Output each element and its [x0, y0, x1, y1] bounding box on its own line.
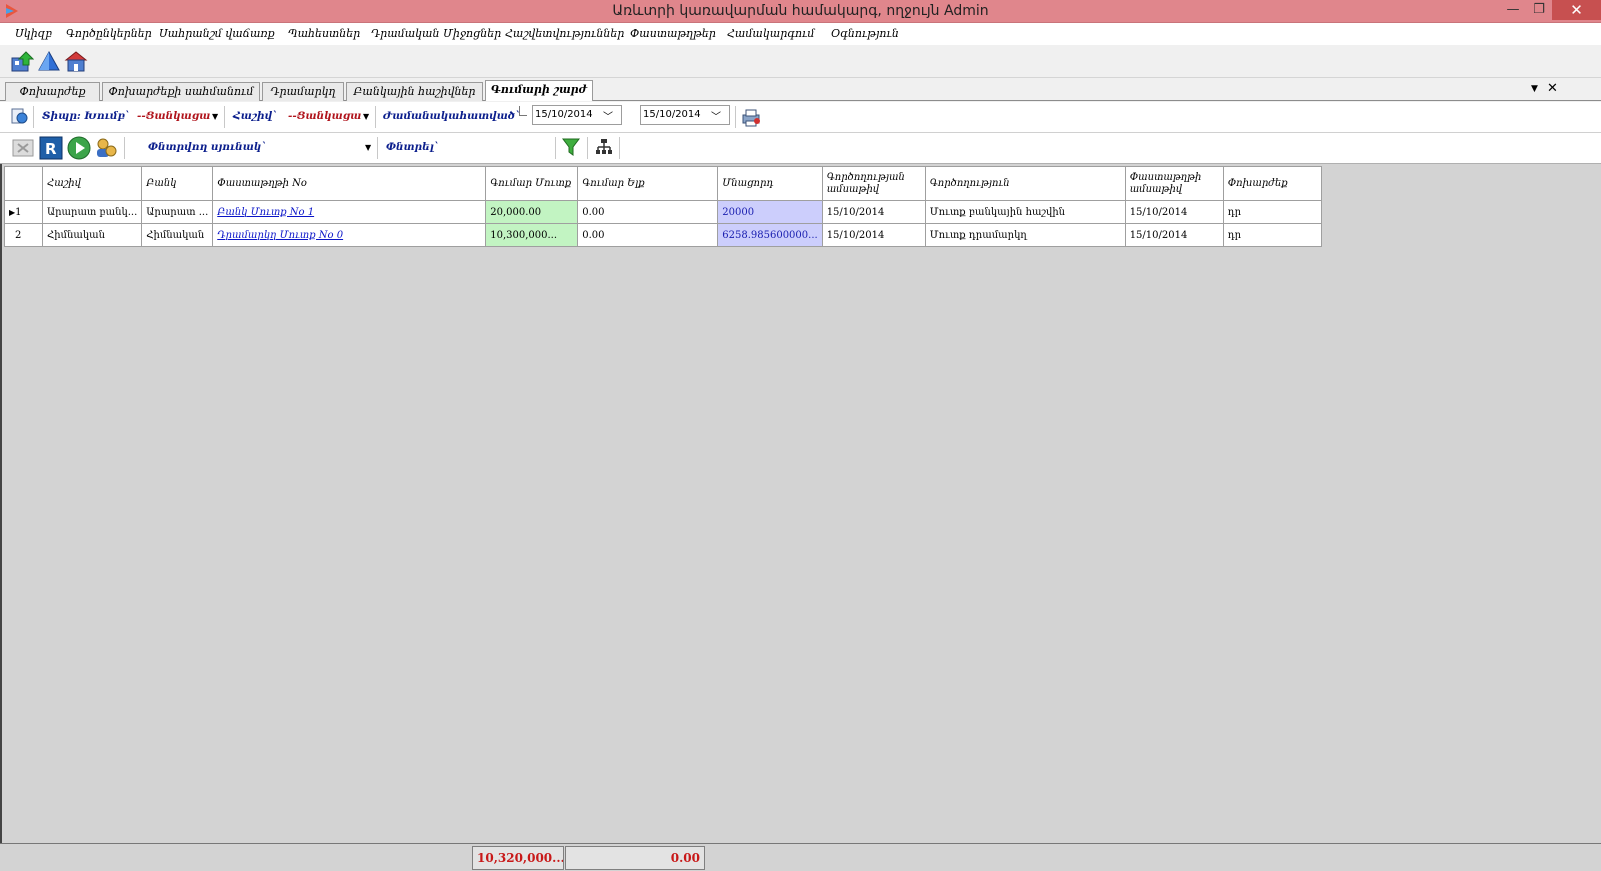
date-from-picker[interactable]: 15/10/2014 ﹀: [532, 105, 622, 125]
column-header-account[interactable]: Հաշիվ: [41, 166, 143, 201]
action-toolbar: R Փնտրվող սյունակ` ▼ Փնտրել`: [0, 133, 1601, 164]
balance-cell[interactable]: 6258.985600000...: [717, 223, 823, 247]
type-dropdown-icon[interactable]: ▼: [212, 112, 218, 121]
operation-cell[interactable]: Մուտք դրամարկղ: [924, 223, 1126, 247]
bank-cell[interactable]: Հիմնական: [141, 223, 214, 247]
chevron-down-icon[interactable]: ﹀: [711, 108, 721, 123]
delete-icon[interactable]: [12, 137, 34, 159]
menu-item-help[interactable]: Օգնություն: [831, 27, 899, 40]
menu-item-documents[interactable]: Փաստաթղթեր: [630, 27, 716, 40]
tab-bank-accounts[interactable]: Բանկային հաշիվներ: [346, 82, 483, 101]
search-column-label: Փնտրվող սյունակ`: [148, 141, 267, 153]
row-number-cell[interactable]: ▶1: [4, 200, 43, 224]
amount-out-cell[interactable]: 0.00: [577, 223, 719, 247]
account-select[interactable]: --Ցանկացա: [288, 110, 361, 122]
minimize-button[interactable]: —: [1500, 0, 1526, 20]
column-header-doc-date[interactable]: Փաստաթղթի ամսաթիվ: [1124, 166, 1224, 201]
warehouse-icon[interactable]: [37, 50, 61, 74]
chevron-down-icon[interactable]: ﹀: [603, 108, 613, 123]
search-label: Փնտրել`: [386, 141, 440, 153]
amount-out-cell[interactable]: 0.00: [577, 200, 719, 224]
tab-exchange-rate[interactable]: Փոխարժեք: [5, 82, 100, 101]
rate-cell[interactable]: դր: [1222, 223, 1322, 247]
account-dropdown-icon[interactable]: ▼: [363, 112, 369, 121]
doc-date-cell[interactable]: 15/10/2014: [1124, 200, 1224, 224]
grid-header-row: Հաշիվ Բանկ Փաստաթղթի No Գումար Մուտք Գու…: [4, 166, 1322, 201]
date-to-value: 15/10/2014: [643, 109, 701, 120]
column-header-operation[interactable]: Գործողություն: [924, 166, 1126, 201]
partners-icon[interactable]: [10, 50, 34, 74]
totals-footer: 10,320,000... 0.00: [0, 843, 1601, 871]
restore-button[interactable]: ❐: [1526, 0, 1552, 20]
open-doc-icon[interactable]: [9, 106, 29, 126]
menu-item-start[interactable]: Սկիզբ: [15, 27, 52, 40]
column-header-op-date[interactable]: Գործողության ամսաթիվ: [821, 166, 926, 201]
amount-in-cell[interactable]: 20,000.00: [485, 200, 579, 224]
amount-in-cell[interactable]: 10,300,000...: [485, 223, 579, 247]
bank-cell[interactable]: Արարատ ...: [141, 200, 214, 224]
account-label: Հաշիվ`: [233, 110, 278, 122]
column-header-amount-in[interactable]: Գումար Մուտք: [485, 166, 579, 201]
table-row[interactable]: 2 Հիմնական Հիմնական Դրամարկղ Մուտք No 0 …: [4, 223, 1322, 247]
refresh-icon[interactable]: R: [39, 136, 63, 160]
tab-cash-desk[interactable]: Դրամարկղ: [262, 82, 344, 101]
tab-money-movement[interactable]: Գումարի շարժ: [485, 80, 593, 101]
date-from-value: 15/10/2014: [535, 109, 593, 120]
column-header-bank[interactable]: Բանկ: [141, 166, 214, 201]
doc-link[interactable]: Դրամարկղ Մուտք No 0: [212, 223, 487, 247]
filter-icon[interactable]: [562, 137, 580, 157]
total-amount-out: 0.00: [565, 846, 705, 870]
table-row[interactable]: ▶1 Արարատ բանկ... Արարատ ... Բանկ Մուտք …: [4, 200, 1322, 224]
hierarchy-icon[interactable]: [595, 138, 613, 156]
menu-bar: Սկիզբ Գործընկերներ Սահրանշմ վաճառք Պահես…: [0, 23, 1601, 45]
doc-date-cell[interactable]: 15/10/2014: [1124, 223, 1224, 247]
op-date-cell[interactable]: 15/10/2014: [821, 200, 926, 224]
period-label: Ժամանակահատված`: [383, 110, 521, 122]
search-column-dropdown-icon[interactable]: ▼: [365, 143, 371, 152]
account-cell[interactable]: Հիմնական: [41, 223, 143, 247]
svg-text:R: R: [45, 140, 57, 158]
store-icon[interactable]: [64, 50, 88, 74]
op-date-cell[interactable]: 15/10/2014: [821, 223, 926, 247]
quick-access-bar: [0, 45, 1601, 78]
row-number-cell[interactable]: 2: [4, 223, 43, 247]
menu-item-reports[interactable]: Հաշվետվություններ: [505, 27, 624, 40]
tab-exchange-rate-setup[interactable]: Փոխարժեքի սահմանում: [102, 82, 260, 101]
column-header-amount-out[interactable]: Գումար Ելք: [577, 166, 719, 201]
column-header-rownum[interactable]: [4, 166, 43, 201]
print-icon[interactable]: [740, 107, 762, 129]
filter-toolbar: Տիպը: Խումբ` --Ցանկացա ▼ Հաշիվ` --Ցանկաց…: [0, 102, 1601, 133]
total-amount-in: 10,320,000...: [472, 846, 564, 870]
column-header-balance[interactable]: Մնացորդ: [717, 166, 823, 201]
menu-item-partners[interactable]: Գործընկերներ: [66, 27, 152, 40]
operation-cell[interactable]: Մուտք բանկային հաշվին: [924, 200, 1126, 224]
account-cell[interactable]: Արարատ բանկ...: [41, 200, 143, 224]
type-group-label: Տիպը: Խումբ`: [42, 110, 130, 122]
play-icon[interactable]: [67, 136, 91, 160]
search-input[interactable]: [444, 137, 556, 159]
column-header-rate[interactable]: Փոխարժեք: [1222, 166, 1322, 201]
date-to-picker[interactable]: 15/10/2014 ﹀: [640, 105, 730, 125]
title-bar: Առևտրի կառավարման համակարգ, ողջույն Admi…: [0, 0, 1601, 23]
column-header-doc-no[interactable]: Փաստաթղթի No: [212, 166, 487, 201]
menu-item-cash[interactable]: Դրամական Միջոցներ: [371, 27, 501, 40]
menu-item-retail[interactable]: Սահրանշմ վաճառք: [159, 27, 275, 40]
balance-cell[interactable]: 20000: [717, 200, 823, 224]
doc-link[interactable]: Բանկ Մուտք No 1: [212, 200, 487, 224]
tab-close-icon[interactable]: ✕: [1547, 81, 1558, 96]
rate-cell[interactable]: դր: [1222, 200, 1322, 224]
document-tabs: Փոխարժեք Փոխարժեքի սահմանում Դրամարկղ Բա…: [0, 79, 1601, 101]
money-movement-grid: Հաշիվ Բանկ Փաստաթղթի No Գումար Մուտք Գու…: [4, 166, 1322, 247]
close-button[interactable]: ✕: [1552, 0, 1601, 20]
tabs-dropdown-icon[interactable]: ▼: [1531, 84, 1538, 94]
menu-item-warehouses[interactable]: Պահեստներ: [288, 27, 360, 40]
menu-item-system[interactable]: Համակարգում: [727, 27, 814, 40]
users-icon[interactable]: [94, 136, 118, 160]
type-group-select[interactable]: --Ցանկացա: [137, 110, 210, 122]
data-grid-area: Հաշիվ Բանկ Փաստաթղթի No Գումար Մուտք Գու…: [0, 164, 1601, 843]
window-title: Առևտրի կառավարման համակարգ, ողջույն Admi…: [612, 3, 989, 19]
